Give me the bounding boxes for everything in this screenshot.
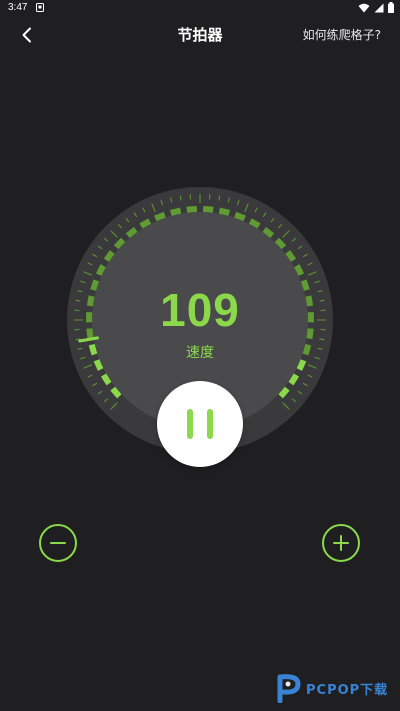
minus-icon xyxy=(50,542,66,544)
increase-tempo-button[interactable] xyxy=(322,524,360,562)
back-button[interactable] xyxy=(14,22,40,48)
status-time: 3:47 xyxy=(8,2,28,13)
wifi-icon xyxy=(358,3,370,12)
watermark-text: PCPOP下载 xyxy=(306,682,389,698)
pause-button[interactable] xyxy=(157,381,243,467)
watermark: PCPOP下载 xyxy=(276,672,388,704)
watermark-logo-icon xyxy=(277,674,301,703)
level-segment xyxy=(202,206,214,213)
plus-icon xyxy=(333,535,349,551)
level-segment xyxy=(234,211,246,222)
battery-icon xyxy=(388,2,394,13)
pause-icon xyxy=(187,409,193,439)
chevron-left-icon xyxy=(22,27,31,43)
signal-icon xyxy=(374,3,384,12)
pause-icon-bar xyxy=(207,409,213,439)
level-segment xyxy=(186,206,198,213)
level-segment xyxy=(169,207,182,216)
status-bar: 3:47 xyxy=(0,0,400,16)
bpm-value: 109 xyxy=(160,284,240,336)
level-segment xyxy=(154,211,166,222)
status-icons xyxy=(358,2,394,13)
metronome-screen: 3:47 节拍器 如何练爬格子? 109 速度 PCPOP下载 xyxy=(0,0,400,711)
level-segment xyxy=(218,207,231,216)
decrease-tempo-button[interactable] xyxy=(39,524,77,562)
help-link[interactable]: 如何练爬格子? xyxy=(303,26,381,43)
notification-icon xyxy=(36,3,44,12)
bpm-label: 速度 xyxy=(186,345,214,361)
level-segment xyxy=(95,264,106,276)
level-segment xyxy=(294,264,305,276)
